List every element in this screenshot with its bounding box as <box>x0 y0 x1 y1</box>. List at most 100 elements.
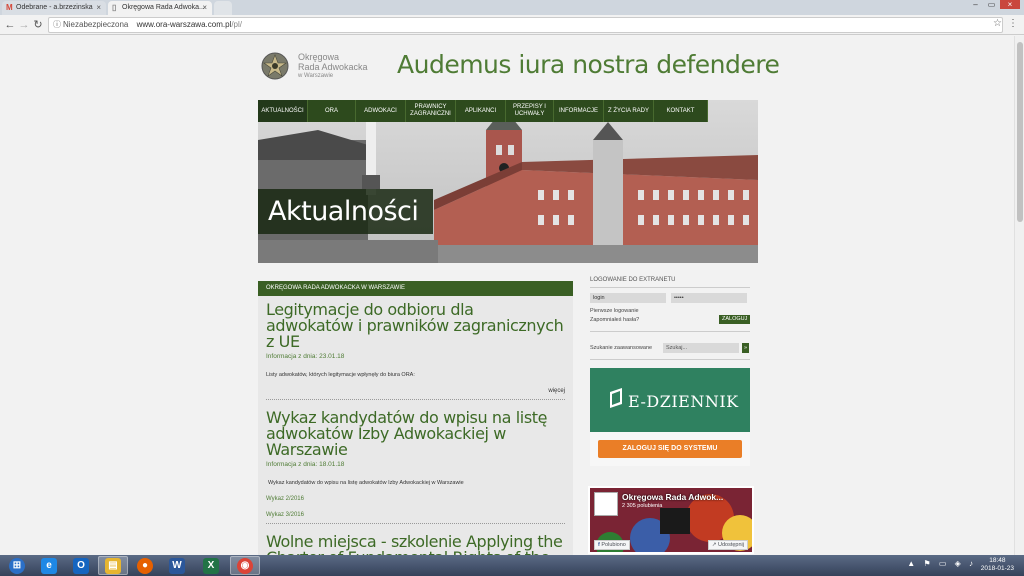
forgot-password-link[interactable]: Zapomniałeś hasła? <box>590 317 639 323</box>
nav-item-informacje[interactable]: INFORMACJE <box>554 100 604 122</box>
news-title[interactable]: Wolne miejsca - szkolenie Applying the C… <box>266 534 565 556</box>
attachment-link[interactable]: Wykaz 3/2016 <box>266 512 565 518</box>
clock-date: 2018-01-23 <box>980 565 1014 572</box>
browser-tab-strip: M Odebrane - a.brzezinska × ▯ Okręgowa R… <box>0 0 1024 15</box>
close-icon[interactable]: × <box>202 1 207 14</box>
logo-line-2: Rada Adwokacka <box>298 62 368 72</box>
ediary-banner[interactable]: E-DZIENNIK <box>590 368 750 432</box>
logo-line-3: w Warszawie <box>298 73 334 79</box>
first-login-link[interactable]: Pierwsze logowanie <box>590 308 639 314</box>
facebook-widget[interactable]: Okręgowa Rada Adwok... 2 305 polubienia … <box>588 486 754 554</box>
ediary-icon <box>610 388 622 408</box>
firefox-icon: ● <box>137 557 153 574</box>
scrollbar-thumb[interactable] <box>1017 42 1023 222</box>
search-input[interactable]: Szukaj... <box>663 343 739 353</box>
url-host: www.ora-warszawa.com.pl <box>136 20 232 29</box>
browser-menu-icon[interactable]: ⋮ <box>1008 18 1018 29</box>
facebook-likes-count: 2 305 polubienia <box>622 503 663 509</box>
ie-icon: e <box>41 557 57 574</box>
login-input[interactable]: login <box>590 293 666 303</box>
close-icon[interactable]: × <box>96 1 101 14</box>
divider <box>266 523 565 524</box>
facebook-like-label: Polubiono <box>601 542 626 548</box>
taskbar-outlook[interactable]: O <box>66 556 96 575</box>
nav-item-aplikanci[interactable]: APLIKANCI <box>456 100 506 122</box>
taskbar-word[interactable]: W <box>162 556 192 575</box>
news-column: OKRĘGOWA RADA ADWOKACKA W WARSZAWIE Legi… <box>258 281 573 555</box>
windows-logo-icon: ⊞ <box>9 557 25 574</box>
url-input[interactable]: ⓘ Niezabezpieczona www.ora-warszawa.com.… <box>48 17 1003 33</box>
window-close-icon[interactable]: × <box>1000 0 1020 9</box>
advanced-search-link[interactable]: Szukanie zaawansowane <box>590 345 652 351</box>
browser-tab-ora[interactable]: ▯ Okręgowa Rada Adwoka... × <box>108 1 212 15</box>
security-label: Niezabezpieczona <box>63 20 129 29</box>
emblem-icon <box>261 52 289 80</box>
nav-item-ora[interactable]: ORA <box>308 100 356 122</box>
tab-label: Odebrane - a.brzezinska <box>16 4 93 11</box>
web-page: Okręgowa Rada Adwokacka w Warszawie Aude… <box>0 36 1024 555</box>
news-date: Informacja z dnia: 18.01.18 <box>266 461 345 468</box>
ediary-login-button[interactable]: ZALOGUJ SIĘ DO SYSTEMU <box>598 440 742 458</box>
facebook-avatar <box>594 492 618 516</box>
page-icon: ▯ <box>112 3 117 12</box>
outlook-icon: O <box>73 557 89 574</box>
facebook-page-name[interactable]: Okręgowa Rada Adwok... <box>622 492 723 502</box>
taskbar-firefox[interactable]: ● <box>130 556 160 575</box>
news-item: Legitymacje do odbioru dla adwokatów i p… <box>258 302 573 400</box>
url-path: /pl/ <box>231 20 242 29</box>
windows-taskbar: ⊞ e O ▤ ● W X ◉ ▲ ⚑ ▭ ◈ ♪ 18:48 2018-01-… <box>0 555 1024 576</box>
start-button[interactable]: ⊞ <box>2 556 32 575</box>
nav-item-kontakt[interactable]: KONTAKT <box>654 100 708 122</box>
login-button[interactable]: ZALOGUJ <box>719 315 751 324</box>
address-bar-row: ← → ↻ ⓘ Niezabezpieczona www.ora-warszaw… <box>0 15 1024 35</box>
page-scrollbar[interactable] <box>1014 36 1024 555</box>
explorer-icon: ▤ <box>105 557 121 574</box>
nav-item-adwokaci[interactable]: ADWOKACI <box>356 100 406 122</box>
divider <box>266 399 565 400</box>
gmail-icon: M <box>6 3 13 12</box>
nav-item-prawnicy-zagraniczni[interactable]: PRAWNICY ZAGRANICZNI <box>406 100 456 122</box>
new-tab-button[interactable] <box>214 1 232 15</box>
facebook-like-button[interactable]: f Polubiono <box>594 540 630 550</box>
password-input[interactable]: ••••• <box>671 293 747 303</box>
chrome-icon: ◉ <box>237 557 253 574</box>
divider <box>590 359 750 360</box>
nav-item-przepisy-i-uchwaly[interactable]: PRZEPISY I UCHWAŁY <box>506 100 554 122</box>
attachment-link[interactable]: Wykaz 2/2016 <box>266 496 565 502</box>
divider <box>590 287 750 288</box>
news-excerpt: Listy adwokatów, których legitymacje wpł… <box>266 372 415 378</box>
tab-label: Okręgowa Rada Adwoka... <box>122 4 205 11</box>
nav-item-aktualnosci[interactable]: AKTUALNOŚCI <box>258 100 308 122</box>
maximize-icon[interactable]: ▭ <box>985 0 998 9</box>
system-tray-icons[interactable]: ▲ ⚑ ▭ ◈ ♪ <box>907 559 976 568</box>
browser-tab-gmail[interactable]: M Odebrane - a.brzezinska × <box>2 1 106 15</box>
word-icon: W <box>169 557 185 574</box>
search-button[interactable]: » <box>742 343 750 353</box>
site-logo[interactable]: Okręgowa Rada Adwokacka w Warszawie <box>258 48 388 84</box>
taskbar-excel[interactable]: X <box>196 556 226 575</box>
forward-arrow-icon[interactable]: → <box>18 18 30 32</box>
read-more-link[interactable]: więcej <box>266 388 565 394</box>
facebook-share-label: Udostępnij <box>718 542 744 548</box>
login-section-title: LOGOWANIE DO EXTRANETU <box>590 277 676 283</box>
facebook-share-button[interactable]: ↗ Udostępnij <box>707 540 748 550</box>
bookmark-star-icon[interactable]: ☆ <box>993 18 1002 29</box>
taskbar-chrome[interactable]: ◉ <box>230 556 260 575</box>
taskbar-clock[interactable]: 18:48 2018-01-23 <box>981 557 1014 573</box>
news-title[interactable]: Legitymacje do odbioru dla adwokatów i p… <box>266 302 565 350</box>
hero-image <box>258 100 758 263</box>
back-arrow-icon[interactable]: ← <box>4 18 16 32</box>
news-item: Wykaz kandydatów do wpisu na listę adwok… <box>258 410 573 524</box>
reload-icon[interactable]: ↻ <box>32 18 44 32</box>
news-title[interactable]: Wykaz kandydatów do wpisu na listę adwok… <box>266 410 565 458</box>
ediary-title: E-DZIENNIK <box>628 392 739 411</box>
news-column-header: OKRĘGOWA RADA ADWOKACKA W WARSZAWIE <box>258 281 573 296</box>
news-date: Informacja z dnia: 23.01.18 <box>266 353 345 360</box>
excel-icon: X <box>203 557 219 574</box>
taskbar-ie[interactable]: e <box>34 556 64 575</box>
info-icon[interactable]: ⓘ <box>53 18 61 32</box>
ediary-login-area: ZALOGUJ SIĘ DO SYSTEMU <box>590 432 750 466</box>
nav-item-z-zycia-rady[interactable]: Z ŻYCIA RADY <box>604 100 654 122</box>
taskbar-explorer[interactable]: ▤ <box>98 556 128 575</box>
minimize-icon[interactable]: – <box>969 0 982 9</box>
